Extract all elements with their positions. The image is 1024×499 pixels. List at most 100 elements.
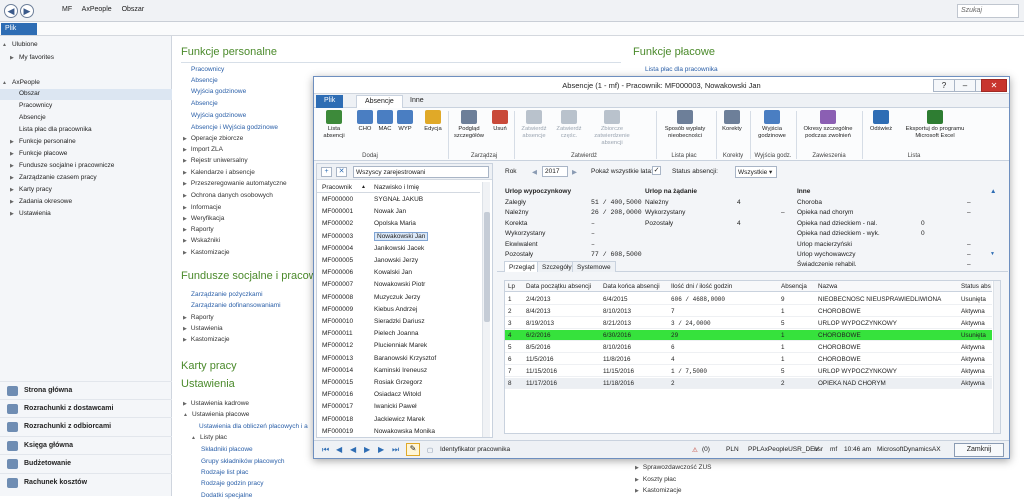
close-button[interactable]: Zamknij xyxy=(954,443,1004,457)
funds-group[interactable]: ▶ Raporty xyxy=(183,314,214,321)
expand-arrow-icon[interactable]: ▶ xyxy=(10,163,14,169)
employee-row[interactable]: MF000005 Janowski Jerzy xyxy=(317,255,480,266)
absence-row[interactable]: 2 8/4/2013 8/10/2013 7 1 CHOROBOWE Aktywna xyxy=(505,306,992,318)
year-next-icon[interactable]: ▶ xyxy=(572,168,577,176)
expand-arrow-icon[interactable]: ▶ xyxy=(183,315,187,321)
personal-group[interactable]: ▶ Informacje xyxy=(183,204,221,211)
prev-record-icon[interactable]: ◀ xyxy=(336,445,342,454)
absence-row[interactable]: 1 2/4/2013 6/4/2015 606 / 4688,0000 9 NIEOBEC… xyxy=(505,294,992,306)
first-record-icon[interactable]: ⏮ xyxy=(322,445,329,455)
breadcrumb-company[interactable]: MF xyxy=(62,6,72,13)
employee-row[interactable]: MF000010 Sieradzki Dariusz xyxy=(317,316,480,327)
settings-item[interactable]: Grupy składników płacowych xyxy=(201,458,284,465)
expand-arrow-icon[interactable]: ▲ xyxy=(183,412,188,418)
personal-link[interactable]: Absencje xyxy=(191,100,218,107)
absence-row[interactable]: 6 11/5/2016 11/8/2016 4 1 CHOROBOWE Aktywna xyxy=(505,354,992,366)
personal-group[interactable]: ▶ Raporty xyxy=(183,226,214,233)
employee-filter-select[interactable]: Wszyscy zarejestrowani xyxy=(353,166,489,178)
nav-module-4[interactable]: Księga główna xyxy=(0,436,172,454)
expand-down-icon[interactable]: ▼ xyxy=(990,251,995,257)
sidebar-item[interactable]: Lista płac dla pracownika xyxy=(0,125,172,136)
attach-icon[interactable]: ▢ xyxy=(427,446,433,454)
scroll-thumb[interactable] xyxy=(484,212,490,322)
payroll-link[interactable]: Lista płac dla pracownika xyxy=(645,66,718,73)
status-database[interactable]: PPLAxPeopleUSR_DEV xyxy=(748,446,819,453)
expand-arrow-icon[interactable]: ▶ xyxy=(183,238,187,244)
personal-group[interactable]: ▶ Przeszeregowanie automatyczne xyxy=(183,180,287,187)
employee-row[interactable]: MF000000 SYGNAŁ JAKUB xyxy=(317,194,480,205)
expand-arrow-icon[interactable]: ▶ xyxy=(183,337,187,343)
ribbon-button-12[interactable]: Korekty xyxy=(720,110,744,133)
ribbon-button-7[interactable]: Usuń xyxy=(490,110,510,133)
funds-link[interactable]: Zarządzanie pożyczkami xyxy=(191,291,263,298)
expand-arrow-icon[interactable]: ▲ xyxy=(2,80,7,86)
tab-absences[interactable]: Absencje xyxy=(356,95,403,108)
employee-row[interactable]: MF000013 Baranowski Krzysztof xyxy=(317,353,480,364)
personal-group[interactable]: ▶ Kalendarze i absencje xyxy=(183,169,255,176)
employee-row[interactable]: MF000019 Nowakowska Monika xyxy=(317,426,480,437)
nav-module-1[interactable]: Strona główna xyxy=(0,381,172,399)
ribbon-button-6[interactable]: Podgląd szczegółów xyxy=(452,110,486,140)
back-arrow-icon[interactable]: ◀ xyxy=(4,4,18,18)
ribbon-button-16[interactable]: Eksportuj do programu Microsoft Excel xyxy=(898,110,972,140)
expand-arrow-icon[interactable]: ▶ xyxy=(183,227,187,233)
expand-arrow-icon[interactable]: ▶ xyxy=(183,216,187,222)
expand-arrow-icon[interactable]: ▶ xyxy=(10,139,14,145)
employee-row[interactable]: MF000015 Rosiak Grzegorz xyxy=(317,377,480,388)
payroll-group[interactable]: ▶ Kastomizacje xyxy=(635,487,682,494)
personal-link[interactable]: Absencje xyxy=(191,77,218,84)
employee-row[interactable]: MF000001 Nowak Jan xyxy=(317,206,480,217)
employee-row[interactable]: MF000012 Plucienniak Marek xyxy=(317,340,480,351)
next-record-icon[interactable]: ▶ xyxy=(378,445,384,454)
expand-arrow-icon[interactable]: ▶ xyxy=(183,158,187,164)
settings-item[interactable]: Ustawienia dla obliczeń płacowych i a xyxy=(199,423,308,430)
personal-group[interactable]: ▶ Kastomizacje xyxy=(183,249,230,256)
expand-arrow-icon[interactable]: ▶ xyxy=(10,211,14,217)
sidebar-item[interactable]: Obszar xyxy=(0,89,172,100)
ribbon-button-14[interactable]: Okresy szczególne podczas zwolnień xyxy=(798,110,858,140)
personal-link[interactable]: Wyjścia godzinowe xyxy=(191,88,246,95)
clear-filter-icon[interactable]: ✕ xyxy=(336,167,347,177)
settings-item[interactable]: Rodzaje list płac xyxy=(201,469,248,476)
employee-row[interactable]: MF000002 Opolska Maria xyxy=(317,218,480,229)
employee-row[interactable]: MF000014 Kaminski Ireneusz xyxy=(317,365,480,376)
sidebar-item[interactable]: ▶ My favorites xyxy=(0,53,172,64)
grid-column-header[interactable]: Data końca absencji xyxy=(603,283,660,290)
sidebar-item[interactable]: Absencje xyxy=(0,113,172,124)
sidebar-item[interactable]: ▶ Zarządzanie czasem pracy xyxy=(0,173,172,184)
sidebar-item[interactable]: ▶ Funkcje personalne xyxy=(0,137,172,148)
grid-column-header[interactable]: Data początku absencji xyxy=(526,283,591,290)
sidebar-item[interactable]: ▶ Funkcje płacowe xyxy=(0,149,172,160)
ribbon-button-15[interactable]: Odśwież xyxy=(868,110,894,133)
expand-arrow-icon[interactable]: ▶ xyxy=(10,175,14,181)
tab-system[interactable]: Systemowe xyxy=(572,261,616,272)
edit-pencil-icon[interactable]: ✎ xyxy=(406,443,420,456)
grid-column-header[interactable]: Status abs xyxy=(961,283,991,290)
ribbon-button-5[interactable]: Edycja xyxy=(422,110,444,133)
employee-row[interactable]: MF000017 Iwanicki Paweł xyxy=(317,401,480,412)
sidebar-item[interactable]: ▶ Karty pracy xyxy=(0,185,172,196)
funds-group[interactable]: ▶ Ustawienia xyxy=(183,325,223,332)
settings-item[interactable]: ▶ Ustawienia kadrowe xyxy=(183,400,249,407)
breadcrumb-module[interactable]: AxPeople xyxy=(82,6,112,13)
absence-row[interactable]: 7 11/15/2016 11/15/2016 1 / 7,5000 5 URLOP WY… xyxy=(505,366,992,378)
settings-item[interactable]: Składniki płacowe xyxy=(201,446,253,453)
expand-arrow-icon[interactable]: ▶ xyxy=(635,477,639,483)
expand-arrow-icon[interactable]: ▶ xyxy=(183,181,187,187)
employee-row[interactable]: MF000006 Kowalski Jan xyxy=(317,267,480,278)
payroll-group[interactable]: ▶ Sprawozdawczość ZUS xyxy=(635,464,712,471)
employee-row[interactable]: MF000018 Jackiewicz Marek xyxy=(317,414,480,425)
show-all-checkbox[interactable]: ✓ xyxy=(652,166,661,175)
status-currency[interactable]: PLN xyxy=(726,446,739,453)
last-record-icon[interactable]: ⏭ xyxy=(392,445,399,455)
nav-module-2[interactable]: Rozrachunki z dostawcami xyxy=(0,399,172,417)
expand-arrow-icon[interactable]: ▶ xyxy=(183,205,187,211)
expand-arrow-icon[interactable]: ▶ xyxy=(10,151,14,157)
employee-row[interactable]: MF000016 Osiadacz Witold xyxy=(317,389,480,400)
ribbon-button-1[interactable]: Lista absencji xyxy=(320,110,348,140)
personal-group[interactable]: ▶ Operacje zbiorcze xyxy=(183,135,243,142)
personal-group[interactable]: ▶ Weryfikacja xyxy=(183,215,224,222)
add-filter-icon[interactable]: + xyxy=(321,167,332,177)
col-employee[interactable]: Pracownik xyxy=(322,184,352,191)
tab-other[interactable]: Inne xyxy=(402,95,432,108)
